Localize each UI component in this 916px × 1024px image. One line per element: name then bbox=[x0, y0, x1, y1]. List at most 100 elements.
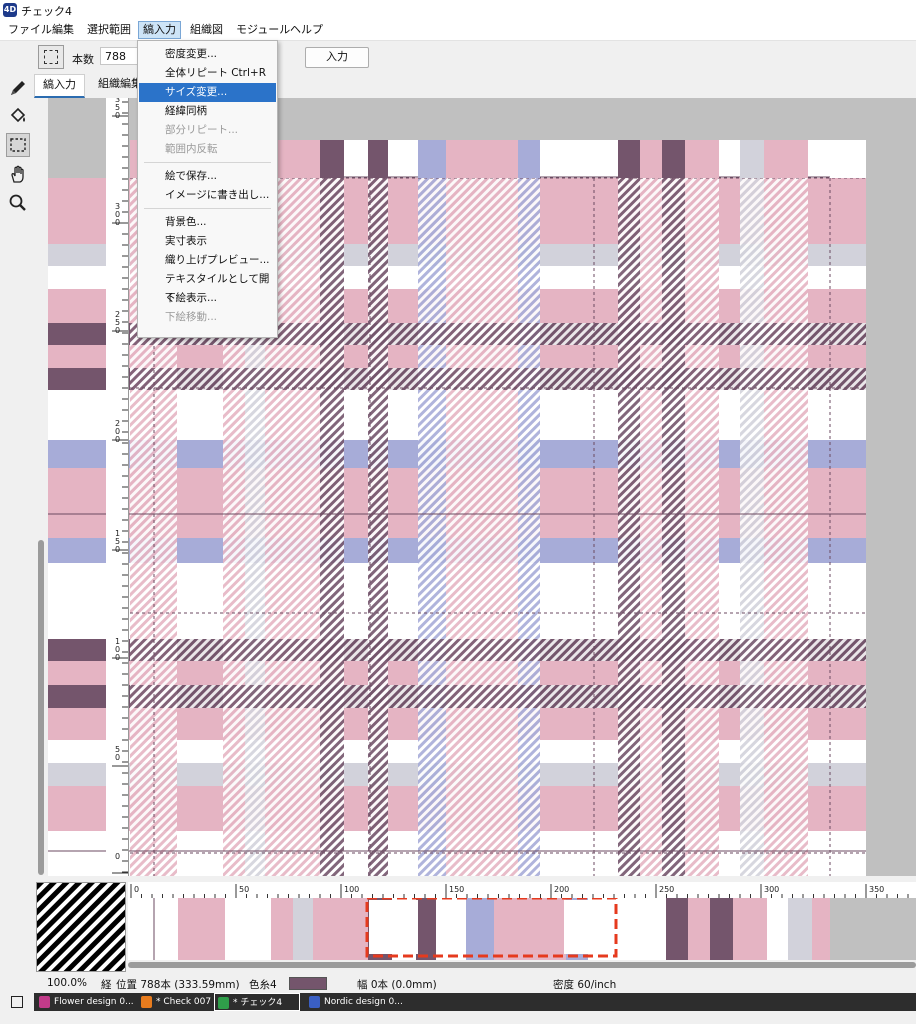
warp-stripe-hatch-plum bbox=[320, 178, 344, 876]
menu-stripe-input[interactable]: 縞入力 bbox=[138, 21, 181, 39]
zoom-level: 100.0% bbox=[47, 977, 88, 989]
doc-icon bbox=[39, 996, 50, 1008]
warp-stripe-hatch-plum bbox=[662, 178, 685, 876]
menu-item[interactable]: サイズ変更... bbox=[139, 83, 276, 102]
menu-item[interactable]: 下絵表示... bbox=[139, 289, 276, 308]
position-readout: 位置 788本 (333.59mm) bbox=[116, 979, 240, 991]
status-bar: 100.0% 経 位置 788本 (333.59mm) 色糸4 幅 0本 (0.… bbox=[0, 972, 916, 992]
title-bar bbox=[0, 0, 916, 20]
menu-help[interactable]: ヘルプ bbox=[286, 22, 327, 38]
document-tabs: Flower design 0... * Check 007 * チェック4 N… bbox=[34, 993, 916, 1011]
thread-pattern-swatch[interactable] bbox=[36, 882, 126, 972]
tab-stripe-input[interactable]: 縞入力 bbox=[34, 74, 85, 98]
strip-stripe-pink bbox=[347, 898, 368, 960]
doc-icon bbox=[218, 997, 229, 1009]
pencil-icon[interactable] bbox=[6, 76, 30, 100]
vruler-label: 100 bbox=[115, 637, 120, 662]
hruler-label: 300 bbox=[764, 885, 779, 894]
vertical-ruler: 350 300 250 200 150 100 50 0 bbox=[106, 95, 129, 876]
hand-icon[interactable] bbox=[6, 162, 30, 186]
strip-stripe-pink bbox=[688, 898, 710, 960]
hruler-label: 250 bbox=[659, 885, 674, 894]
doc-icon bbox=[309, 996, 320, 1008]
direction-label: 経 bbox=[101, 979, 112, 991]
window-toggle-icon[interactable] bbox=[11, 996, 23, 1008]
strip-stripe-grey bbox=[788, 898, 812, 960]
doc-tab-check4[interactable]: * チェック4 bbox=[214, 993, 300, 1011]
menu-module[interactable]: モジュール bbox=[232, 22, 294, 38]
selection-icon bbox=[44, 50, 58, 64]
menu-item[interactable]: 織り上げプレビュー... bbox=[139, 251, 276, 270]
menu-separator bbox=[144, 162, 271, 163]
hruler-label: 0 bbox=[134, 885, 139, 894]
density-readout: 密度 60/inch bbox=[553, 979, 617, 991]
menu-bar: ファイル 編集 選択範囲 縞入力 組織図 モジュール ヘルプ bbox=[0, 20, 916, 41]
doc-tab-flower[interactable]: Flower design 0... bbox=[36, 993, 146, 1011]
strip-stripe-plum bbox=[666, 898, 688, 960]
current-color-swatch[interactable] bbox=[289, 977, 327, 990]
width-readout: 幅 0本 (0.0mm) bbox=[357, 979, 437, 991]
menu-item[interactable]: 全体リピート Ctrl+R bbox=[139, 64, 276, 83]
paint-bucket-icon[interactable] bbox=[6, 104, 30, 128]
warp-stripe-hatch-plum bbox=[368, 178, 388, 876]
doc-icon bbox=[141, 996, 152, 1008]
warp-stripe-strip[interactable] bbox=[128, 896, 916, 960]
vruler-label: 0 bbox=[115, 852, 120, 861]
strip-stripe-pink bbox=[733, 898, 767, 960]
strip-stripe-white bbox=[616, 898, 666, 960]
horizontal-scrollbar[interactable] bbox=[128, 962, 916, 968]
vruler-label: 300 bbox=[115, 202, 120, 227]
warp-stripe-hatch-pink bbox=[640, 178, 662, 876]
vertical-scrollbar[interactable] bbox=[38, 540, 44, 875]
menu-edit[interactable]: 編集 bbox=[48, 22, 78, 38]
vruler-label: 50 bbox=[115, 745, 120, 762]
menu-weave-diagram[interactable]: 組織図 bbox=[186, 22, 227, 38]
menu-item[interactable]: テキスタイルとして開く bbox=[139, 270, 276, 304]
menu-item[interactable]: 密度変更... bbox=[139, 45, 276, 64]
warp-stripe-hatch-pink bbox=[446, 178, 494, 876]
warp-stripe-hatch-lavender bbox=[418, 178, 446, 876]
hruler-label: 100 bbox=[344, 885, 359, 894]
menu-separator bbox=[144, 208, 271, 209]
strip-stripe-grey bbox=[293, 898, 313, 960]
doc-tab-nordic[interactable]: Nordic design 0... bbox=[306, 993, 414, 1011]
warp-stripe-hatch-plum bbox=[618, 178, 640, 876]
strip-stripe-white bbox=[225, 898, 271, 960]
color-thread-label: 色糸4 bbox=[249, 979, 277, 991]
strip-stripe-plum bbox=[710, 898, 733, 960]
menu-item[interactable]: 経緯同柄 bbox=[139, 102, 276, 121]
selection-marquee bbox=[365, 896, 618, 958]
strip-stripe-white bbox=[767, 898, 788, 960]
hruler-label: 50 bbox=[239, 885, 249, 894]
input-button[interactable]: 入力 bbox=[305, 47, 369, 68]
strip-stripe-pink bbox=[313, 898, 347, 960]
vruler-label: 200 bbox=[115, 419, 120, 444]
menu-item[interactable]: 実寸表示 bbox=[139, 232, 276, 251]
zoom-icon[interactable] bbox=[6, 191, 30, 215]
menu-item[interactable]: 背景色... bbox=[139, 213, 276, 232]
horizontal-ruler: 0 50 100 150 200 250 300 350 bbox=[128, 882, 916, 898]
hruler-label: 150 bbox=[449, 885, 464, 894]
stripe-input-dropdown: 密度変更... 全体リピート Ctrl+R サイズ変更... 経緯同柄部分リピート...… bbox=[137, 40, 278, 338]
menu-item: 下絵移動... bbox=[165, 311, 218, 323]
warp-stripe-hatch-pink bbox=[685, 178, 719, 876]
warp-stripe-hatch-grey bbox=[740, 178, 764, 876]
rect-select-icon[interactable] bbox=[6, 133, 30, 157]
warp-stripe-hatch-pink bbox=[494, 178, 518, 876]
vruler-label: 350 bbox=[115, 98, 120, 120]
hruler-label: 350 bbox=[869, 885, 884, 894]
vruler-label: 250 bbox=[115, 310, 120, 335]
vruler-label: 150 bbox=[115, 529, 120, 554]
warp-stripe-hatch-pink bbox=[299, 178, 320, 876]
menu-item[interactable]: 絵で保存... bbox=[139, 167, 276, 186]
menu-item[interactable]: イメージに書き出し... bbox=[139, 186, 276, 205]
hruler-label: 200 bbox=[554, 885, 569, 894]
menu-item: 範囲内反転 bbox=[165, 143, 218, 155]
warp-stripe-hatch-lavender bbox=[518, 178, 540, 876]
menu-selection[interactable]: 選択範囲 bbox=[83, 22, 135, 38]
warp-stripe-hatch-pink bbox=[764, 178, 808, 876]
strip-stripe-pink bbox=[271, 898, 293, 960]
select-mode-button[interactable] bbox=[38, 45, 64, 69]
count-label: 本数 bbox=[72, 53, 94, 66]
menu-item: 部分リピート... bbox=[165, 124, 239, 136]
